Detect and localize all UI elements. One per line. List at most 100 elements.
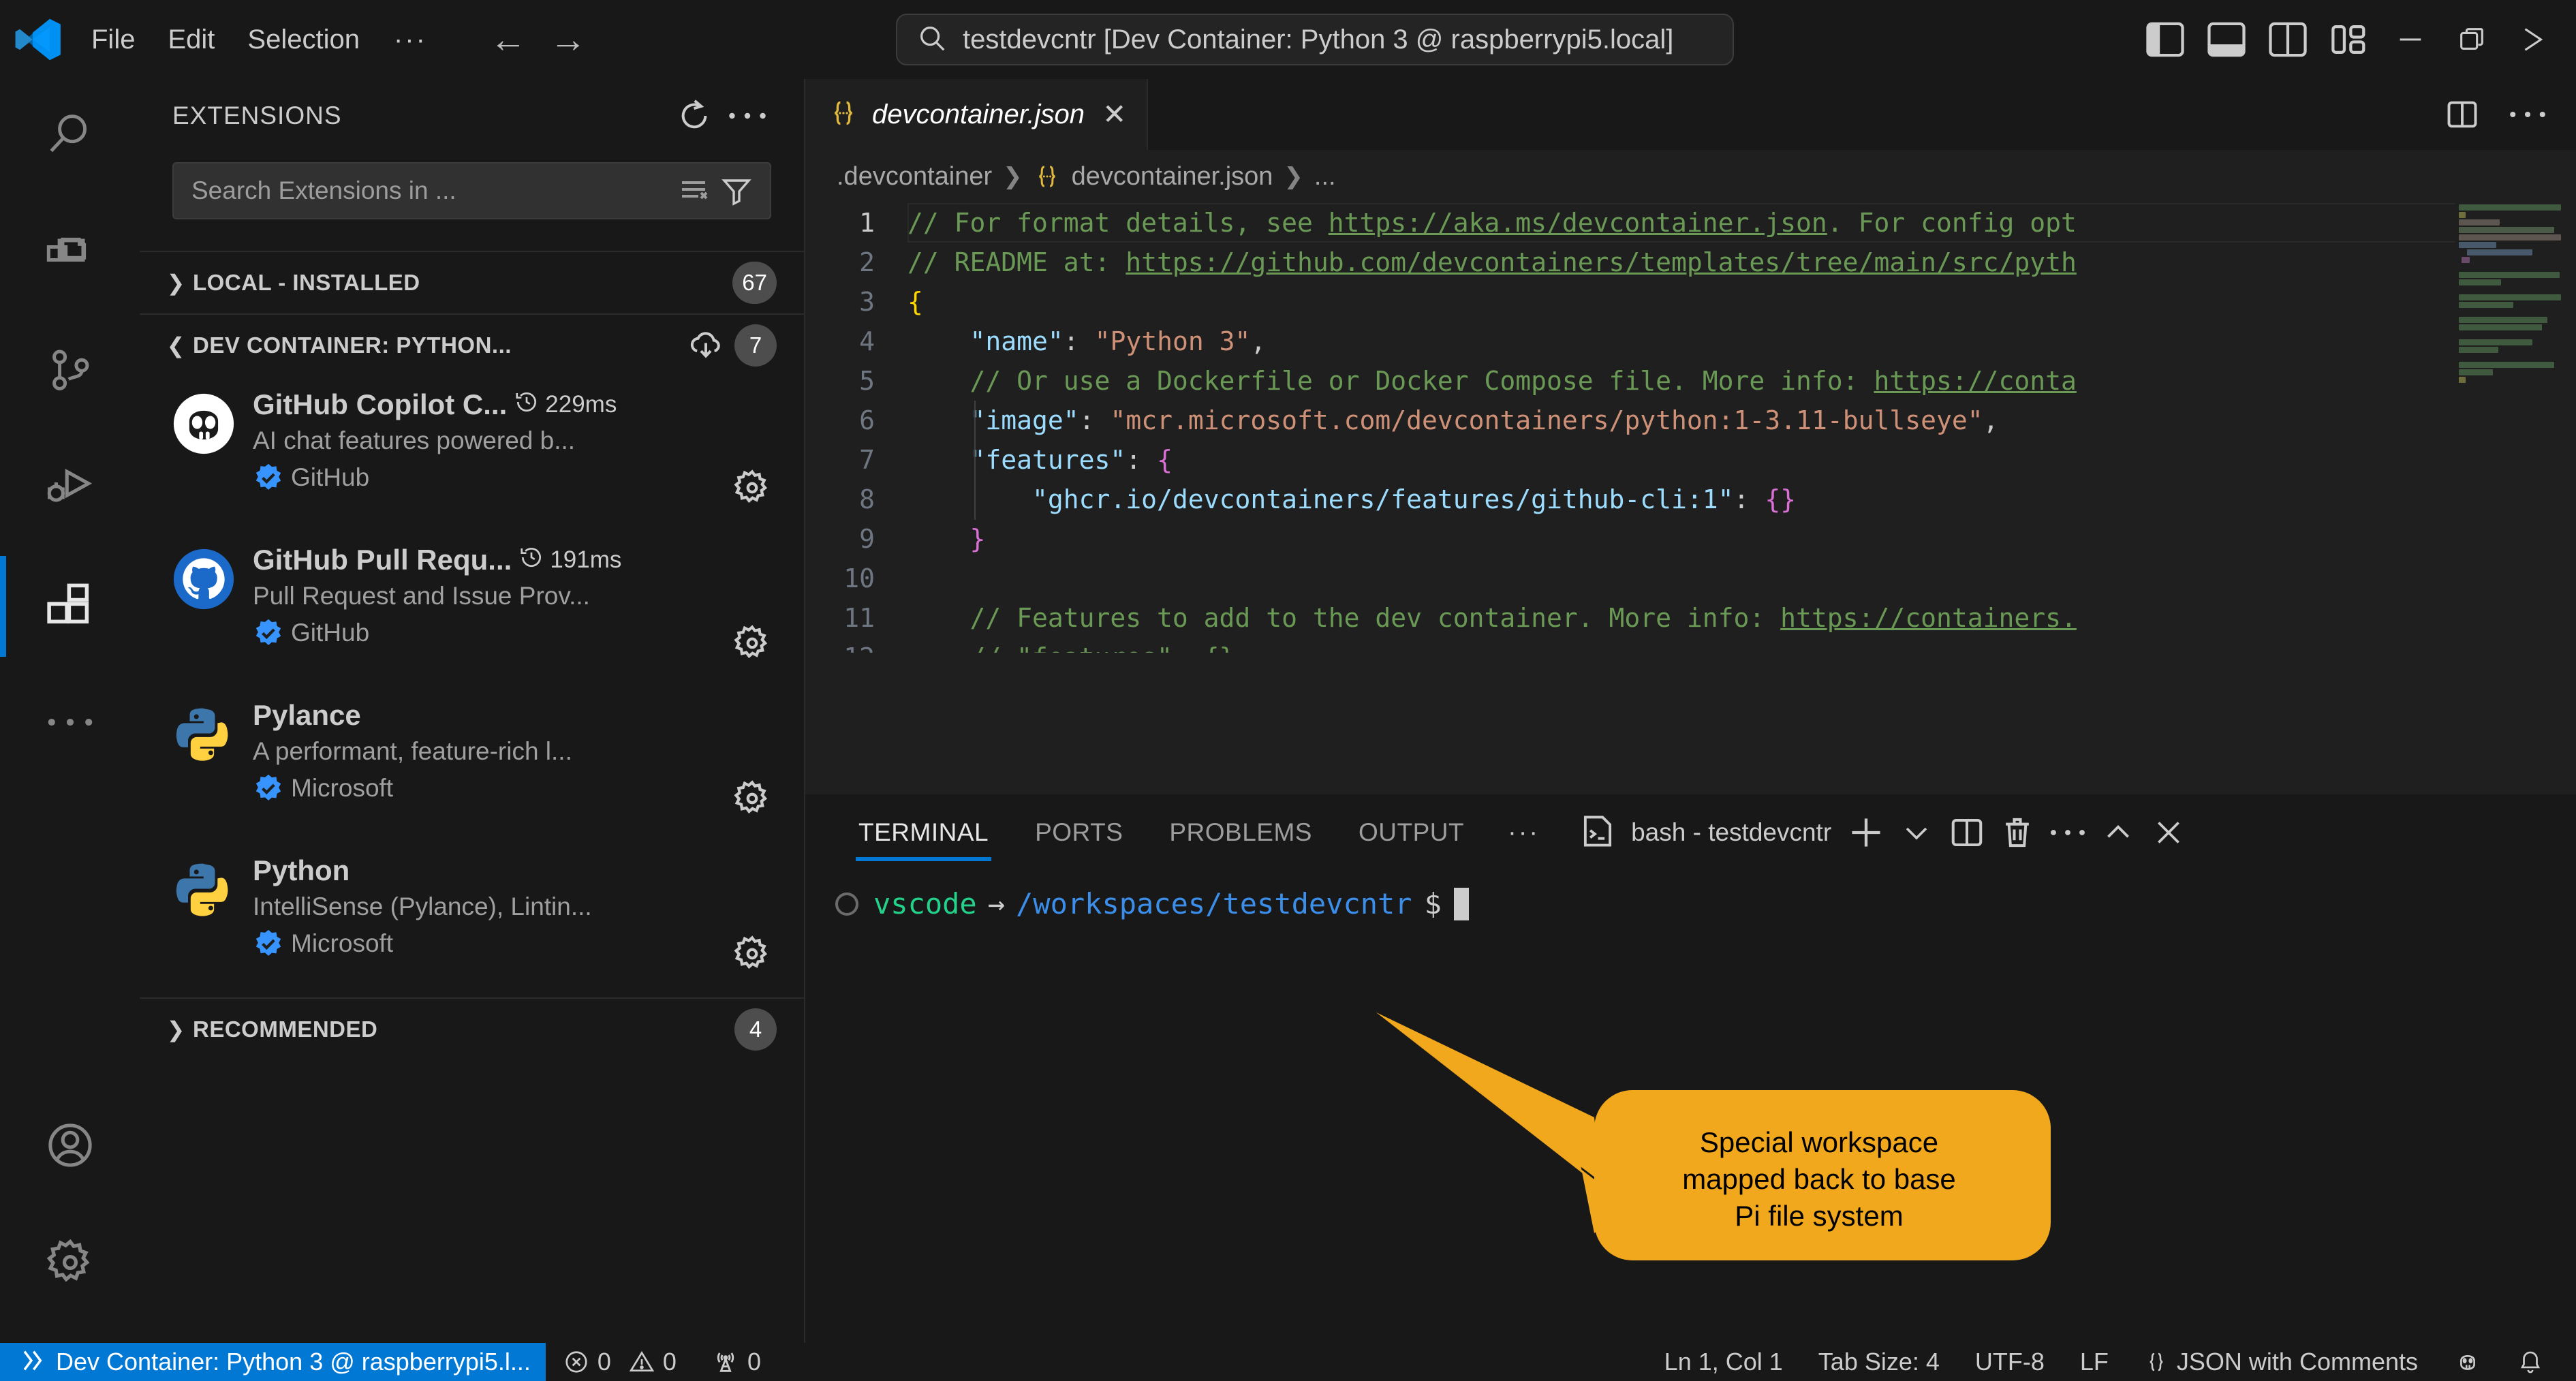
code-token: // "features": {}: [907, 642, 1235, 653]
terminal-instance-chip[interactable]: bash - testdevcntr: [1568, 811, 1841, 854]
extensions-sidebar: EXTENSIONS Search Extensions in ... ❯ LO…: [140, 79, 805, 1343]
vscode-logo-icon: [0, 15, 75, 64]
command-center-text: testdevcntr [Dev Container: Python 3 @ r…: [963, 24, 1674, 55]
sidebar-section-dev-container[interactable]: ❮ DEV CONTAINER: PYTHON... 7: [140, 313, 804, 376]
breadcrumb-symbol[interactable]: ...: [1314, 162, 1336, 191]
terminal-body[interactable]: vscode → /workspaces/testdevcntr $: [805, 871, 2576, 920]
code-token: "name": [969, 326, 1064, 356]
activity-bar-item-run-and-debug[interactable]: [0, 431, 140, 548]
line-number: 2: [859, 247, 875, 277]
sidebar-section-local-installed[interactable]: ❯ LOCAL - INSTALLED 67: [140, 251, 804, 313]
toggle-secondary-sidebar-button[interactable]: [2257, 0, 2318, 79]
activity-bar-item-accounts[interactable]: [0, 1088, 140, 1205]
arrow-right-icon[interactable]: →: [550, 21, 587, 58]
activity-bar-item-explorer[interactable]: [0, 196, 140, 313]
json-braces-icon: [2144, 1350, 2169, 1374]
search-extensions-input[interactable]: Search Extensions in ...: [172, 162, 771, 219]
window-controls: [2135, 0, 2564, 79]
tab-terminal[interactable]: TERMINAL: [835, 794, 1012, 871]
menu-more-button[interactable]: ···: [376, 18, 445, 62]
activity-bar-item-source-control[interactable]: [0, 313, 140, 431]
toggle-panel-button[interactable]: [2196, 0, 2257, 79]
activity-bar-item-more-views[interactable]: [0, 665, 140, 782]
status-editor-indentation[interactable]: Tab Size: 4: [1801, 1348, 1957, 1376]
refresh-icon[interactable]: [668, 89, 721, 142]
terminal-path: /workspaces/testdevcntr: [1016, 887, 1412, 920]
tab-devcontainer-json[interactable]: devcontainer.json ✕: [805, 79, 1149, 150]
chevron-down-icon[interactable]: [1891, 807, 1942, 858]
code-token: {: [1157, 445, 1173, 475]
extension-list-item[interactable]: GitHub Copilot C... 229ms AI chat featur…: [140, 376, 804, 531]
sidebar-more-actions-icon[interactable]: [721, 89, 774, 142]
activity-bar-item-search[interactable]: [0, 79, 140, 196]
status-copilot[interactable]: [2436, 1348, 2500, 1376]
extension-list-item[interactable]: GitHub Pull Requ... 191ms Pull Request a…: [140, 531, 804, 687]
editor-more-actions-icon[interactable]: [2507, 93, 2549, 136]
tab-problems[interactable]: PROBLEMS: [1146, 794, 1335, 871]
gear-icon[interactable]: [732, 778, 774, 820]
kill-terminal-button[interactable]: [1992, 807, 2043, 858]
remote-indicator-icon: [18, 1347, 45, 1378]
extensions-icon: [44, 578, 97, 635]
tab-output[interactable]: OUTPUT: [1335, 794, 1487, 871]
code-line: 4 "name": "Python 3",: [805, 322, 2576, 361]
panel-more-actions-button[interactable]: [2043, 807, 2093, 858]
maximize-panel-button[interactable]: [2093, 807, 2143, 858]
menu-file[interactable]: File: [75, 18, 151, 62]
command-decoration-icon[interactable]: [835, 892, 858, 916]
split-terminal-button[interactable]: [1942, 807, 1992, 858]
activity-bar-item-settings[interactable]: [0, 1205, 140, 1322]
restore-window-button[interactable]: [2441, 0, 2502, 79]
menu-edit[interactable]: Edit: [151, 18, 231, 62]
code-editor[interactable]: 1// For format details, see https://aka.…: [805, 203, 2576, 653]
tab-ports[interactable]: PORTS: [1012, 794, 1146, 871]
line-number: 10: [843, 563, 875, 593]
code-token[interactable]: https://conta: [1874, 366, 2076, 396]
close-panel-button[interactable]: [2143, 807, 2194, 858]
status-ports[interactable]: 0: [694, 1348, 779, 1376]
extension-publisher: Microsoft: [291, 774, 394, 802]
code-line: 3{: [805, 282, 2576, 322]
editor-tabs: devcontainer.json ✕: [805, 79, 2576, 150]
extension-list-item[interactable]: Pylance A performant, feature-rich l... …: [140, 687, 804, 842]
status-error-count: 0: [597, 1348, 611, 1376]
sidebar-section-recommended[interactable]: ❯ RECOMMENDED 4: [140, 997, 804, 1060]
gear-icon[interactable]: [732, 467, 774, 510]
breadcrumb-folder[interactable]: .devcontainer: [837, 162, 992, 191]
code-token: ,: [1250, 326, 1267, 356]
clear-filter-icon[interactable]: [673, 170, 715, 212]
status-problems[interactable]: 0 0: [546, 1348, 694, 1376]
extension-list-item[interactable]: Python IntelliSense (Pylance), Lintin...…: [140, 842, 804, 997]
code-token[interactable]: https://github.com/devcontainers/templat…: [1126, 247, 2077, 277]
status-notifications[interactable]: [2500, 1349, 2561, 1375]
filter-icon[interactable]: [715, 170, 758, 212]
activity-bar-item-extensions[interactable]: [0, 548, 140, 665]
breadcrumb-file[interactable]: devcontainer.json: [1072, 162, 1273, 191]
status-editor-language[interactable]: JSON with Comments: [2126, 1348, 2436, 1376]
gear-icon[interactable]: [732, 623, 774, 665]
panel-tabs-more-button[interactable]: ···: [1487, 818, 1560, 848]
minimize-window-button[interactable]: [2380, 0, 2441, 79]
command-center[interactable]: testdevcntr [Dev Container: Python 3 @ r…: [896, 14, 1734, 65]
terminal-prompt-symbol: $: [1424, 887, 1442, 920]
gear-icon[interactable]: [732, 933, 774, 976]
code-token[interactable]: https://containers.: [1780, 603, 2077, 633]
status-remote-indicator[interactable]: Dev Container: Python 3 @ raspberrypi5.l…: [0, 1343, 546, 1381]
new-terminal-button[interactable]: [1841, 807, 1891, 858]
status-editor-encoding[interactable]: UTF-8: [1957, 1348, 2062, 1376]
status-editor-position[interactable]: Ln 1, Col 1: [1647, 1348, 1801, 1376]
customize-layout-button[interactable]: [2318, 0, 2380, 79]
status-remote-label: Dev Container: Python 3 @ raspberrypi5.l…: [56, 1348, 531, 1376]
close-icon[interactable]: ✕: [1098, 100, 1126, 129]
toggle-primary-sidebar-button[interactable]: [2135, 0, 2196, 79]
arrow-left-icon[interactable]: ←: [490, 21, 527, 58]
editor-minimap[interactable]: [2455, 203, 2576, 653]
split-editor-icon[interactable]: [2441, 93, 2483, 136]
menu-selection[interactable]: Selection: [231, 18, 376, 62]
status-editor-eol[interactable]: LF: [2062, 1348, 2126, 1376]
cloud-download-icon[interactable]: [684, 324, 728, 367]
close-window-button[interactable]: [2502, 0, 2564, 79]
